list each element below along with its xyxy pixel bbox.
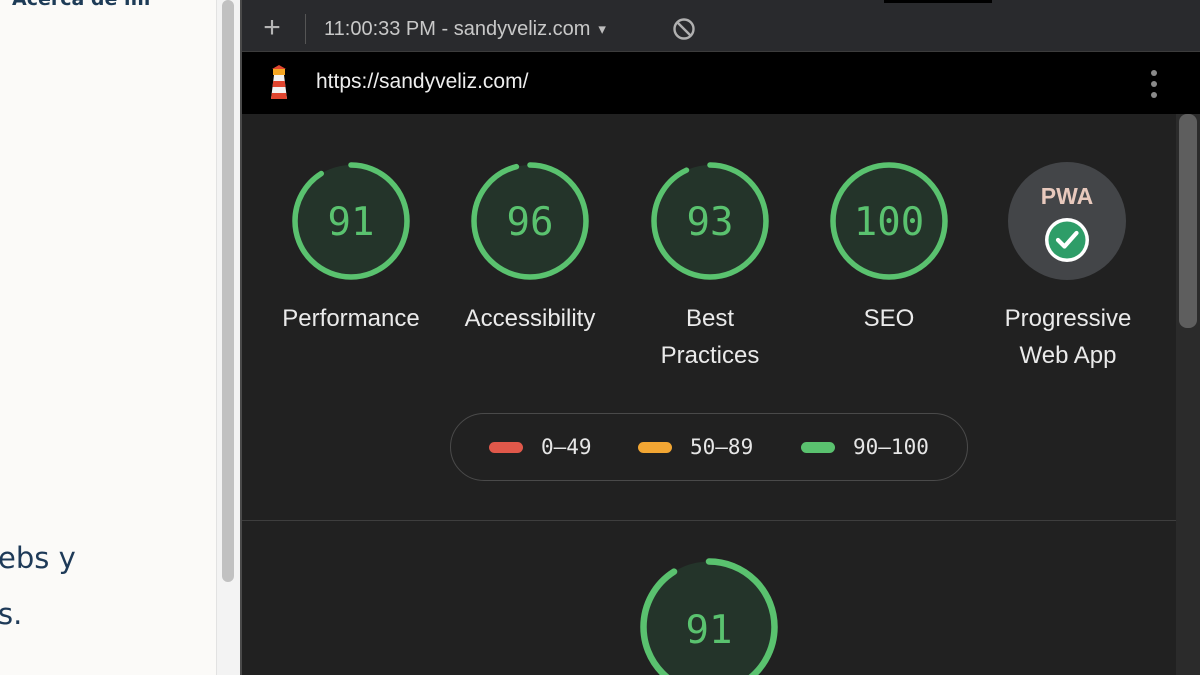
category-label: Best Practices: [620, 300, 800, 374]
section-divider: [242, 520, 1176, 521]
site-text-line: ebs y: [0, 541, 76, 575]
category-label: Accessibility: [440, 300, 620, 337]
legend-range: 0–49: [541, 435, 592, 459]
category-label-line: Practices: [660, 342, 760, 369]
gauge-ring: 93: [651, 162, 769, 280]
site-heading[interactable]: Acerca de mí: [12, 0, 150, 10]
lighthouse-report: 91 Performance 96 Accessibility 93 Best Practi…: [242, 114, 1176, 675]
category-label: SEO: [799, 300, 979, 337]
pwa-label-line: Web App: [1019, 342, 1117, 369]
block-icon[interactable]: [672, 17, 696, 41]
legend-range: 90–100: [853, 435, 929, 459]
category-gauge[interactable]: 100 SEO: [799, 114, 979, 337]
category-gauge[interactable]: 91 Performance: [261, 114, 441, 337]
gauge-score: 100: [854, 200, 924, 245]
legend-swatch: [801, 441, 835, 453]
legend-swatch: [489, 441, 523, 453]
category-label-line: Performance: [282, 305, 420, 332]
site-scrollbar-thumb[interactable]: [222, 0, 234, 582]
site-paragraph: ebs y s.: [0, 530, 76, 642]
caret-down-icon: ▾: [598, 21, 606, 38]
report-scrollbar-thumb[interactable]: [1179, 114, 1197, 328]
performance-detail-gauge[interactable]: 91: [640, 558, 778, 675]
lighthouse-icon: [271, 65, 287, 99]
pwa-label-line: Progressive: [1004, 305, 1132, 332]
website-page: Acerca de mí ebs y s.: [0, 0, 216, 675]
devtools-panel: + 11:00:33 PM - sandyveliz.com ▾ https:/…: [240, 0, 1200, 675]
legend-item-pass: 90–100: [801, 414, 929, 480]
toolbar-divider: [305, 14, 306, 44]
legend-swatch: [638, 441, 672, 453]
plus-icon[interactable]: +: [256, 12, 288, 44]
report-url-bar: https://sandyveliz.com/: [242, 52, 1200, 114]
report-selector[interactable]: 11:00:33 PM - sandyveliz.com ▾: [324, 14, 606, 44]
gauge-score: 93: [687, 200, 734, 245]
gauge-ring: 100: [830, 162, 948, 280]
lighthouse-toolbar: + 11:00:33 PM - sandyveliz.com ▾: [242, 0, 1200, 52]
pwa-category[interactable]: Progressive Web App: [978, 114, 1158, 374]
category-label-line: Best: [685, 305, 735, 332]
category-label-line: SEO: [863, 305, 915, 332]
category-label-line: Accessibility: [464, 305, 596, 332]
legend-item-average: 50–89: [638, 414, 753, 480]
category-gauge[interactable]: 96 Accessibility: [440, 114, 620, 337]
site-text-line: s.: [0, 597, 23, 631]
legend-item-fail: 0–49: [489, 414, 592, 480]
gauge-ring: 91: [292, 162, 410, 280]
gauge-ring: 96: [471, 162, 589, 280]
category-label: Performance: [261, 300, 441, 337]
category-gauge[interactable]: 93 Best Practices: [620, 114, 800, 374]
gauge-score: 96: [507, 200, 554, 245]
report-selector-label: 11:00:33 PM - sandyveliz.com: [324, 17, 591, 40]
pwa-label: Progressive Web App: [978, 300, 1158, 374]
report-url[interactable]: https://sandyveliz.com/: [316, 70, 528, 94]
gauge-score: 91: [686, 608, 733, 653]
gauge-score: 91: [328, 200, 375, 245]
legend-range: 50–89: [690, 435, 754, 459]
score-legend: 0–49 50–89 90–100: [450, 413, 968, 481]
kebab-menu-icon[interactable]: [1144, 67, 1164, 101]
tab-indicator: [884, 0, 992, 3]
